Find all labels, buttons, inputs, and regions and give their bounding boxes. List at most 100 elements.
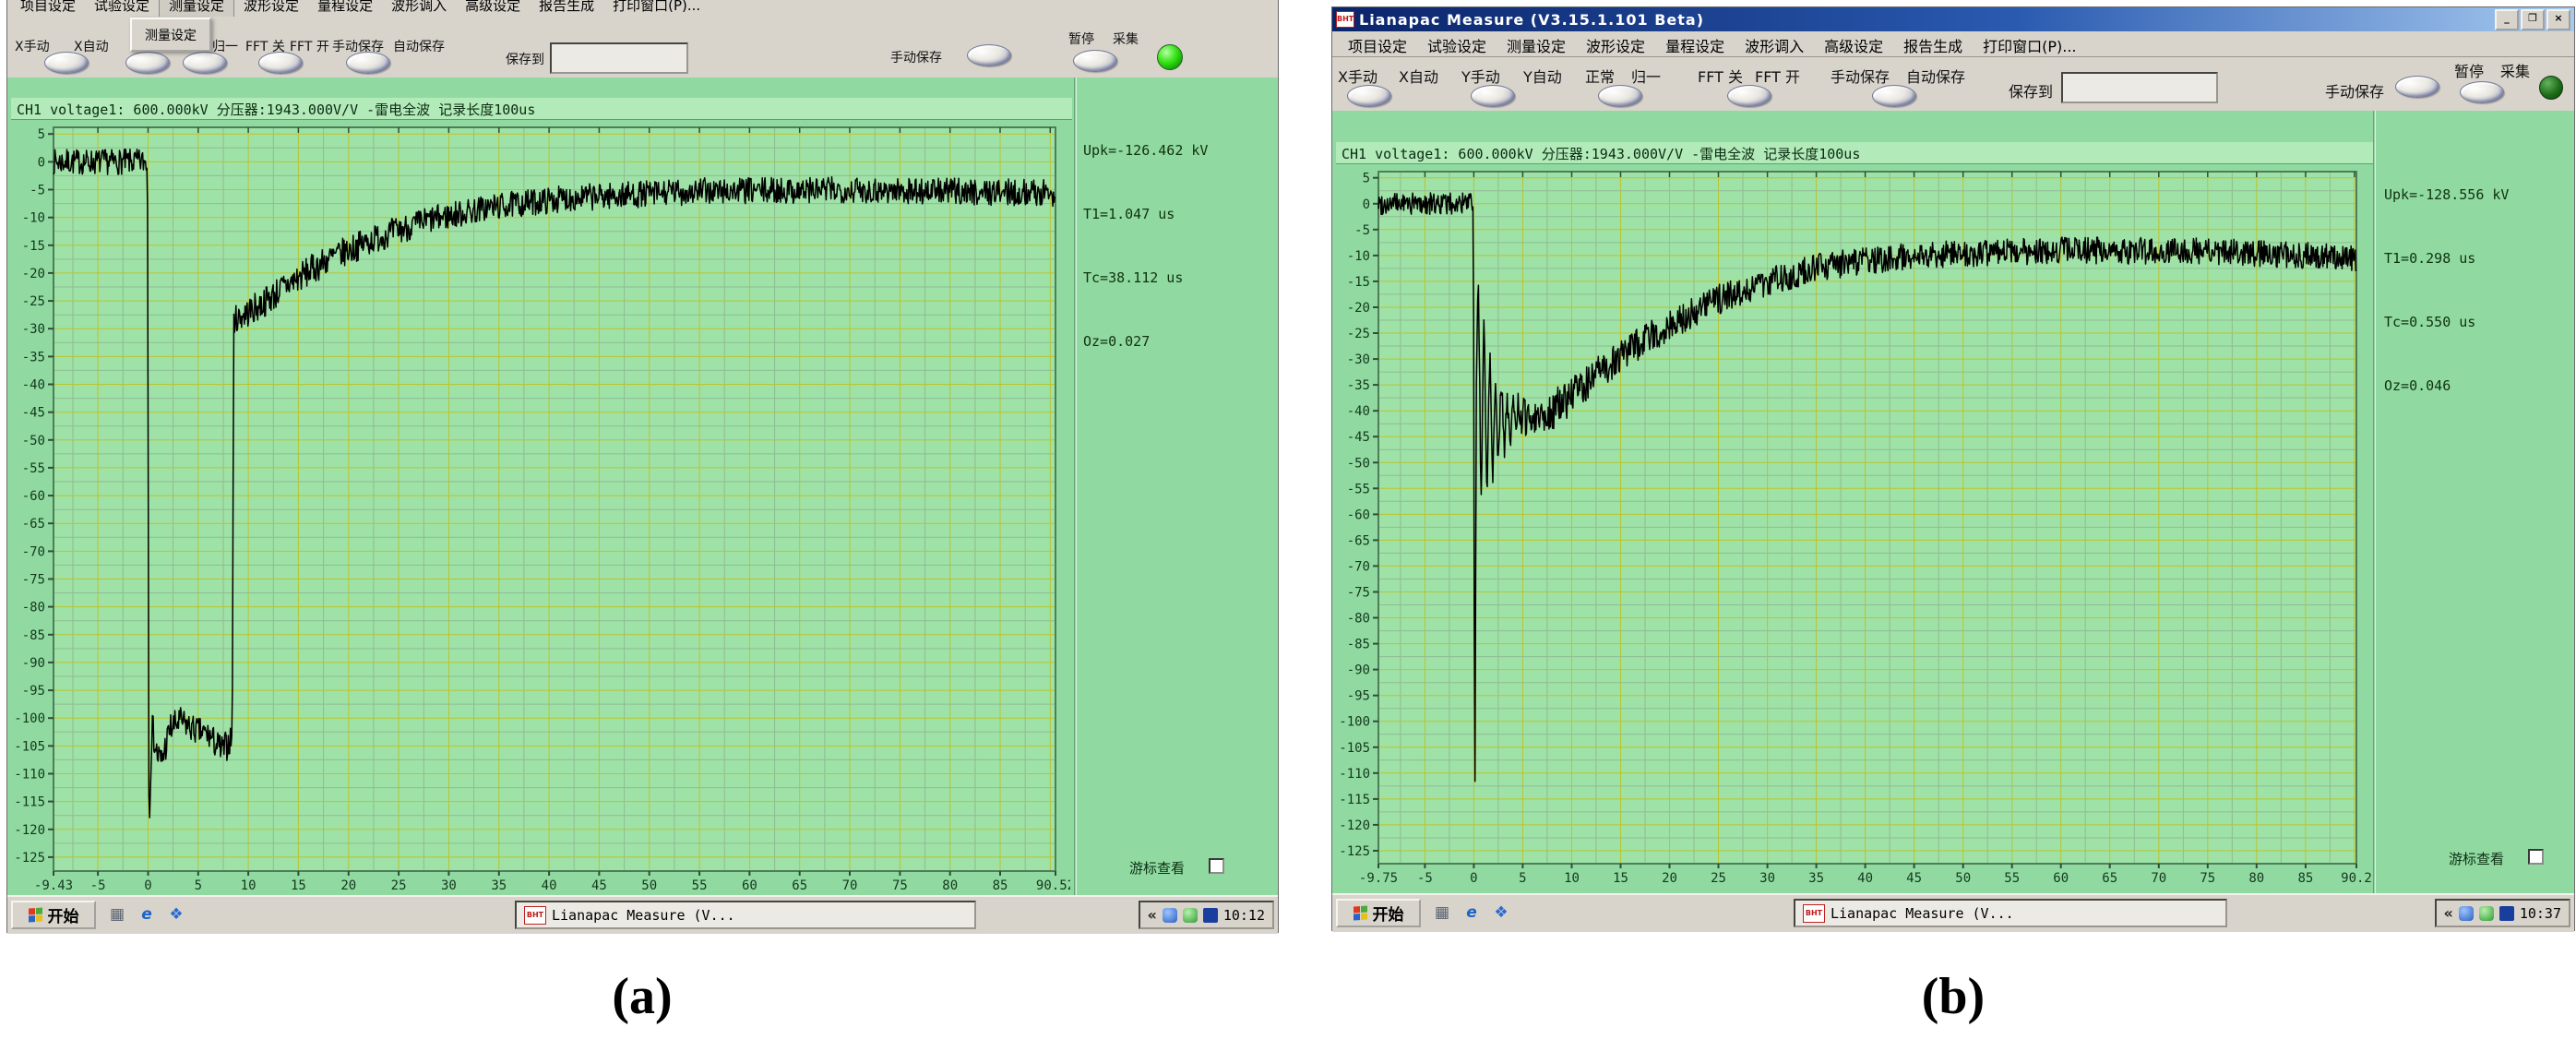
task-app-label: Lianapac Measure (V... — [1831, 905, 2014, 922]
tray-status-icon[interactable] — [2479, 906, 2494, 921]
manual-save-button[interactable] — [2395, 76, 2439, 98]
tray-network-icon[interactable] — [2459, 906, 2474, 921]
quick-launch-icon-2[interactable]: e — [1461, 902, 1482, 924]
svg-text:-60: -60 — [1347, 508, 1370, 522]
menu-item[interactable]: 波形调入 — [1735, 31, 1814, 58]
tray-app-icon[interactable] — [2499, 906, 2514, 921]
cursor-view-checkbox[interactable] — [1209, 858, 1224, 874]
menu-item[interactable]: 试验设定 — [85, 0, 159, 17]
toolbar-label: 自动保存 — [393, 37, 445, 55]
tray-network-icon[interactable] — [1163, 908, 1177, 923]
restore-button[interactable]: ❐ — [2521, 9, 2545, 30]
svg-text:-125: -125 — [1339, 844, 1370, 859]
toolbar-label: X手动 — [1338, 65, 1377, 87]
svg-text:60: 60 — [2053, 871, 2069, 886]
menu-item[interactable]: 报告生成 — [1893, 31, 1973, 58]
acquire-label: 采集 — [1113, 30, 1139, 48]
menu-item[interactable]: 波形设定 — [234, 0, 308, 17]
title-bar[interactable]: BHT Lianapac Measure (V3.15.1.101 Beta) … — [1332, 7, 2574, 31]
svg-text:-5: -5 — [90, 878, 106, 893]
readout-t1: T1=0.298 us — [2384, 248, 2509, 269]
pause-acquire-toggle[interactable] — [1073, 50, 1117, 72]
taskbar-task-button[interactable]: BHT Lianapac Measure (V... — [1794, 899, 2227, 927]
svg-text:-110: -110 — [1339, 767, 1370, 782]
open-menu-panel[interactable]: 测量设定 — [130, 18, 211, 52]
quick-launch-icon-2[interactable]: e — [137, 903, 157, 926]
menu-item[interactable]: 测量设定 — [1497, 31, 1576, 58]
save-path-input[interactable] — [2061, 72, 2218, 103]
menu-item[interactable]: 打印窗口(P)... — [603, 0, 710, 17]
quick-launch-icon-1[interactable]: ▦ — [107, 903, 127, 926]
taskbar-task-button[interactable]: BHT Lianapac Measure (V... — [515, 901, 976, 929]
panel-divider — [1074, 78, 1077, 895]
svg-text:-25: -25 — [22, 294, 45, 309]
start-button[interactable]: 开始 — [1336, 899, 1421, 927]
menu-item[interactable]: 波形调入 — [382, 0, 456, 17]
readout-upk: Upk=-126.462 kV — [1083, 140, 1208, 161]
manual-save-button[interactable] — [967, 44, 1011, 66]
window-title: Lianapac Measure (V3.15.1.101 Beta) — [1359, 11, 1704, 29]
measurement-readout: Upk=-128.556 kV T1=0.298 us Tc=0.550 us … — [2384, 142, 2509, 439]
toggle-button[interactable] — [1872, 85, 1916, 107]
menu-item[interactable]: 报告生成 — [530, 0, 603, 17]
minimize-button[interactable]: _ — [2495, 9, 2519, 30]
svg-text:50: 50 — [641, 878, 657, 893]
tray-app-icon[interactable] — [1203, 908, 1218, 923]
toggle-button[interactable] — [125, 52, 170, 74]
svg-text:-5: -5 — [1417, 871, 1433, 886]
toggle-button[interactable] — [1471, 85, 1515, 107]
tray-status-icon[interactable] — [1183, 908, 1198, 923]
tray-expand-icon[interactable]: « — [2444, 904, 2453, 922]
menu-item[interactable]: 测量设定 — [159, 0, 234, 17]
readout-oz: Oz=0.046 — [2384, 376, 2509, 397]
svg-text:-75: -75 — [22, 573, 45, 588]
svg-text:35: 35 — [491, 878, 507, 893]
quick-launch-icon-3[interactable]: ❖ — [1491, 902, 1511, 924]
svg-text:-15: -15 — [1347, 275, 1370, 290]
save-path-input[interactable] — [550, 42, 688, 74]
toggle-button[interactable] — [258, 52, 303, 74]
toggle-button[interactable] — [1347, 85, 1391, 107]
cursor-view-checkbox[interactable] — [2528, 849, 2544, 865]
pause-acquire-toggle[interactable] — [2460, 81, 2504, 103]
panel-divider — [2373, 111, 2376, 893]
menu-item[interactable]: 波形设定 — [1576, 31, 1655, 58]
menu-item[interactable]: 项目设定 — [11, 0, 85, 17]
menu-item[interactable]: 试验设定 — [1417, 31, 1497, 58]
toggle-button[interactable] — [44, 52, 89, 74]
windows-logo-icon — [1354, 905, 1368, 920]
svg-text:-95: -95 — [1347, 689, 1370, 704]
svg-text:-70: -70 — [22, 544, 45, 559]
toolbar-label: FFT 开 — [290, 37, 329, 55]
waveform-plot-b: 50-5-10-15-20-25-30-35-40-45-50-55-60-65… — [1336, 166, 2371, 888]
menu-item[interactable]: 量程设定 — [308, 0, 382, 17]
close-button[interactable]: × — [2546, 9, 2570, 30]
toggle-button[interactable] — [1727, 85, 1771, 107]
svg-text:-45: -45 — [1347, 430, 1370, 445]
manual-save-label: 手动保存 — [2325, 79, 2384, 102]
svg-text:-75: -75 — [1347, 586, 1370, 601]
menu-item[interactable]: 量程设定 — [1655, 31, 1735, 58]
svg-text:-80: -80 — [22, 601, 45, 615]
tray-expand-icon[interactable]: « — [1148, 906, 1157, 924]
quick-launch-icon-1[interactable]: ▦ — [1432, 902, 1452, 924]
task-app-label: Lianapac Measure (V... — [552, 907, 735, 924]
menu-item[interactable]: 打印窗口(P)... — [1973, 31, 2086, 58]
svg-text:30: 30 — [441, 878, 457, 893]
window-b: BHT Lianapac Measure (V3.15.1.101 Beta) … — [1332, 7, 2574, 930]
toggle-button[interactable] — [183, 52, 227, 74]
menu-dropdown-item[interactable]: 测量设定 — [145, 26, 197, 44]
menu-item[interactable]: 项目设定 — [1338, 31, 1417, 58]
menu-item[interactable]: 高级设定 — [1814, 31, 1893, 58]
taskbar-a: 开始 ▦ e ❖ BHT Lianapac Measure (V... « 10… — [7, 895, 1278, 934]
svg-text:75: 75 — [2200, 871, 2215, 886]
svg-text:-105: -105 — [1339, 741, 1370, 756]
start-button[interactable]: 开始 — [11, 901, 96, 929]
toggle-button[interactable] — [1598, 85, 1642, 107]
svg-text:-55: -55 — [22, 461, 45, 476]
readout-tc: Tc=38.112 us — [1083, 268, 1208, 289]
readout-oz: Oz=0.027 — [1083, 331, 1208, 352]
menu-item[interactable]: 高级设定 — [456, 0, 530, 17]
toggle-button[interactable] — [346, 52, 390, 74]
quick-launch-icon-3[interactable]: ❖ — [166, 903, 186, 926]
